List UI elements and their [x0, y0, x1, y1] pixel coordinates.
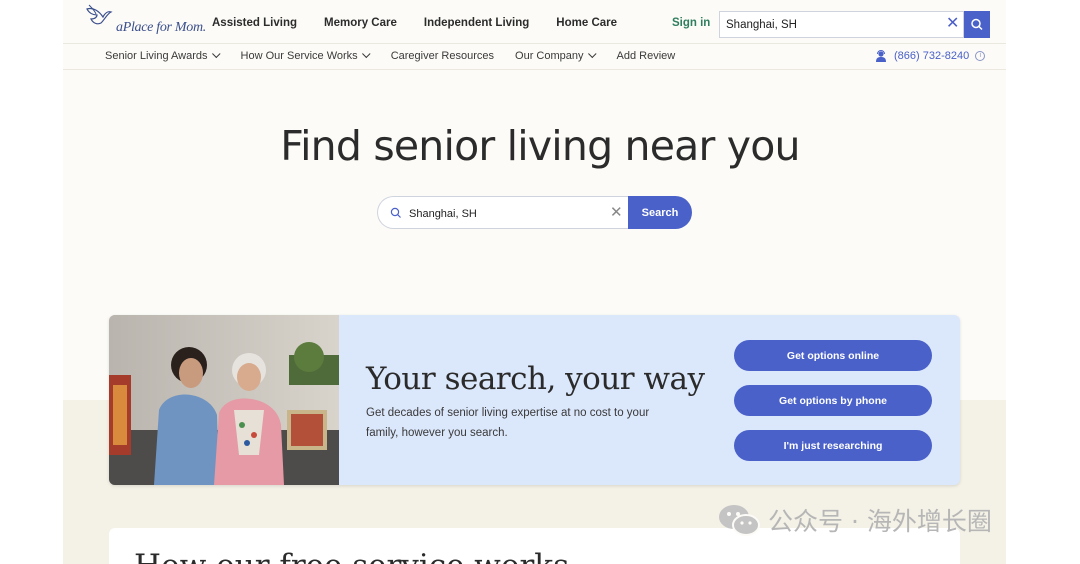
phone-number: (866) 732-8240	[894, 50, 970, 62]
wechat-icon	[719, 505, 760, 536]
clear-icon[interactable]: ✕	[946, 15, 959, 33]
nav-memory-care[interactable]: Memory Care	[324, 17, 397, 29]
section-title: How our free service works	[134, 548, 569, 564]
header-search-input[interactable]	[726, 17, 926, 33]
subnav-add-review[interactable]: Add Review	[617, 50, 676, 62]
nav-home-care[interactable]: Home Care	[556, 17, 617, 29]
get-options-by-phone-button[interactable]: Get options by phone	[734, 385, 932, 416]
search-icon	[390, 207, 401, 218]
logo[interactable]: aPlace for Mom.	[83, 3, 206, 37]
card-description: Get decades of senior living expertise a…	[366, 407, 650, 439]
subnav-label: How Our Service Works	[240, 50, 358, 62]
subnav-label: Senior Living Awards	[105, 50, 208, 62]
subnav-label: Our Company	[515, 50, 584, 62]
search-icon	[971, 18, 983, 31]
card-title: Your search, your way	[366, 361, 705, 397]
search-options-card: Your search, your way Get decades of sen…	[109, 315, 960, 485]
chevron-down-icon	[211, 49, 221, 59]
info-icon[interactable]: i	[975, 51, 986, 61]
secondary-navigation: Senior Living Awards How Our Service Wor…	[63, 44, 1006, 70]
hero-search-input[interactable]	[409, 206, 589, 222]
just-researching-button[interactable]: I'm just researching	[734, 430, 932, 461]
agent-icon	[876, 50, 886, 62]
nav-assisted-living[interactable]: Assisted Living	[212, 17, 297, 29]
hero-search-button[interactable]: Search	[628, 196, 692, 229]
get-options-online-button[interactable]: Get options online	[734, 340, 932, 371]
hero-title: Find senior living near you	[280, 122, 800, 170]
subnav-senior-living-awards[interactable]: Senior Living Awards	[105, 49, 221, 62]
subnav-our-company[interactable]: Our Company	[515, 49, 597, 62]
family-photo	[109, 315, 339, 485]
header-search-field: ✕	[719, 11, 964, 38]
nav-independent-living[interactable]: Independent Living	[424, 17, 529, 29]
watermark-text: 公众号 · 海外增长圈	[768, 507, 992, 536]
subnav-label: Caregiver Resources	[390, 50, 495, 62]
top-navigation: aPlace for Mom. Assisted Living Memory C…	[63, 0, 1006, 44]
subnav-caregiver-resources[interactable]: Caregiver Resources	[391, 50, 494, 62]
phone-link[interactable]: (866) 732-8240 i	[875, 50, 986, 62]
subnav-label: Add Review	[616, 50, 676, 62]
watermark: 公众号 · 海外增长圈	[718, 502, 992, 538]
subnav-how-our-service-works[interactable]: How Our Service Works	[240, 49, 371, 62]
chevron-down-icon	[587, 49, 597, 59]
chevron-down-icon	[361, 49, 371, 59]
hero-search-field: ✕	[377, 196, 629, 229]
logo-text: aPlace for Mom.	[116, 20, 206, 35]
bird-logo-icon	[86, 4, 113, 25]
clear-icon[interactable]: ✕	[610, 204, 623, 222]
primary-nav: Assisted Living Memory Care Independent …	[212, 17, 644, 29]
sign-in-link[interactable]: Sign in	[672, 17, 710, 29]
header-search-button[interactable]	[964, 11, 990, 38]
